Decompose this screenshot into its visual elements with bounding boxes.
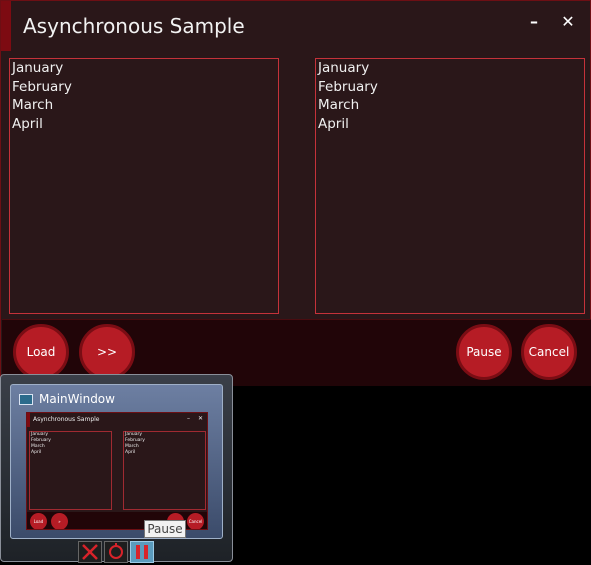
mini-list-item: April xyxy=(125,450,136,455)
list-item[interactable]: January xyxy=(10,59,278,78)
left-listbox[interactable]: January February March April xyxy=(9,58,279,314)
mini-next-button: » xyxy=(51,513,68,529)
mini-window-title: Asynchronous Sample xyxy=(33,416,100,423)
mini-right-listbox: January February March April xyxy=(123,431,206,510)
thumb-cancel-button[interactable] xyxy=(78,541,102,563)
load-button[interactable]: Load xyxy=(13,324,69,380)
thumb-pause-button[interactable] xyxy=(130,541,154,563)
thumbnail-preview-window: Asynchronous Sample – ✕ January February… xyxy=(26,412,208,530)
mini-close-icon: ✕ xyxy=(198,415,204,422)
list-item[interactable]: April xyxy=(316,115,584,134)
thumbnail-toolbar xyxy=(78,541,154,563)
window-title: Asynchronous Sample xyxy=(23,14,245,38)
list-item[interactable]: March xyxy=(10,96,278,115)
window-app-icon xyxy=(19,394,33,405)
thumb-load-button[interactable] xyxy=(104,541,128,563)
list-item[interactable]: March xyxy=(316,96,584,115)
main-window: Asynchronous Sample – ✕ January February… xyxy=(0,0,591,386)
mini-load-button: Load xyxy=(30,513,47,529)
mini-list-item: April xyxy=(31,450,42,455)
list-item[interactable]: February xyxy=(316,78,584,97)
taskbar-thumbnail-popup: MainWindow Asynchronous Sample – ✕ Janua… xyxy=(0,374,233,562)
title-bar[interactable]: Asynchronous Sample – ✕ xyxy=(1,1,590,51)
pause-icon xyxy=(136,545,148,559)
next-button[interactable]: >> xyxy=(79,324,135,380)
cancel-button[interactable]: Cancel xyxy=(521,324,577,380)
mini-cancel-button: Cancel xyxy=(187,513,204,529)
pause-tooltip: Pause xyxy=(144,520,186,538)
pause-button[interactable]: Pause xyxy=(456,324,512,380)
list-item[interactable]: April xyxy=(10,115,278,134)
close-button[interactable]: ✕ xyxy=(557,11,579,33)
right-listbox[interactable]: January February March April xyxy=(315,58,585,314)
mini-minimize-icon: – xyxy=(187,415,190,422)
list-item[interactable]: February xyxy=(10,78,278,97)
mini-left-listbox: January February March April xyxy=(29,431,112,510)
circle-refresh-icon xyxy=(109,543,123,559)
mini-title-accent xyxy=(27,413,30,427)
title-accent xyxy=(1,1,11,51)
thumbnail-frame[interactable]: MainWindow Asynchronous Sample – ✕ Janua… xyxy=(10,384,223,539)
list-item[interactable]: January xyxy=(316,59,584,78)
cancel-x-icon xyxy=(82,544,98,560)
thumbnail-title: MainWindow xyxy=(39,392,115,406)
minimize-button[interactable]: – xyxy=(523,11,545,33)
